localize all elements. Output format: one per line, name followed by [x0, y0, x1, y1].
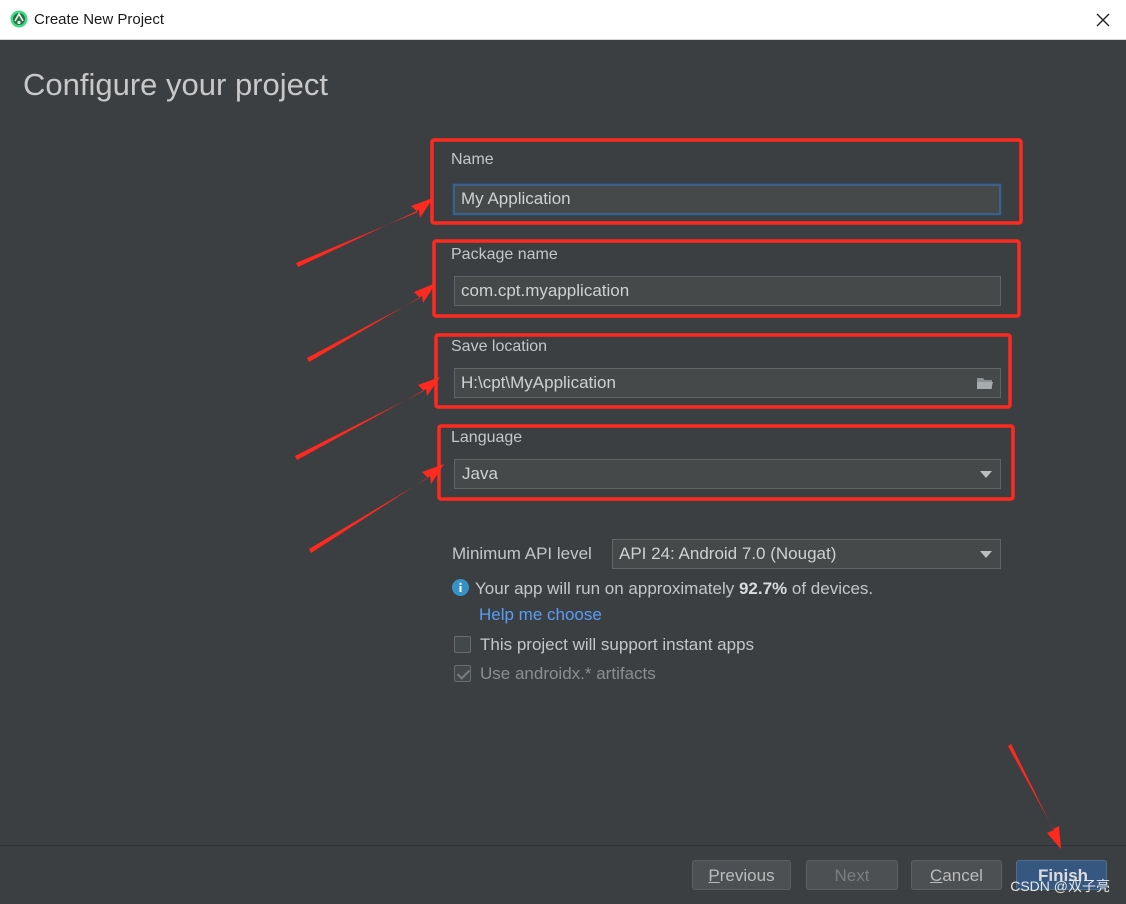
- language-dropdown[interactable]: Java: [454, 459, 1001, 489]
- cancel-mnemonic: C: [930, 866, 943, 885]
- min-api-selected-value: API 24: Android 7.0 (Nougat): [619, 544, 837, 563]
- device-coverage-info: Your app will run on approximately 92.7%…: [452, 578, 873, 600]
- min-api-dropdown[interactable]: API 24: Android 7.0 (Nougat): [612, 539, 1001, 569]
- save-location-label: Save location: [451, 338, 548, 355]
- info-suffix: of devices.: [787, 579, 874, 598]
- save-location-input[interactable]: H:\cpt\MyApplication: [454, 368, 1001, 398]
- chevron-down-icon: [980, 471, 992, 478]
- previous-button[interactable]: Previous: [692, 860, 791, 890]
- info-prefix: Your app will run on approximately: [475, 579, 739, 598]
- folder-icon[interactable]: [976, 375, 994, 391]
- arrow-to-name: [296, 198, 433, 267]
- name-input[interactable]: My Application: [453, 184, 1001, 215]
- help-me-choose-link[interactable]: Help me choose: [479, 604, 602, 626]
- instant-apps-option[interactable]: This project will support instant apps: [454, 635, 754, 655]
- info-percent: 92.7%: [738, 579, 788, 598]
- min-api-label: Minimum API level: [452, 544, 592, 563]
- package-name-input[interactable]: com.cpt.myapplication: [454, 276, 1001, 306]
- chevron-down-icon: [980, 551, 992, 558]
- info-icon: [452, 579, 469, 596]
- android-studio-icon: [10, 10, 28, 28]
- arrow-to-language: [309, 464, 444, 553]
- androidx-label: Use androidx.* artifacts: [480, 664, 656, 683]
- androidx-option: Use androidx.* artifacts: [454, 664, 656, 684]
- title-bar: Create New Project: [0, 0, 1126, 40]
- androidx-checkbox: [454, 665, 471, 682]
- create-project-dialog: Create New Project Configure your projec…: [0, 0, 1126, 904]
- next-button[interactable]: Next: [806, 860, 898, 890]
- arrow-to-package: [307, 283, 436, 362]
- arrow-to-finish: [1008, 744, 1061, 849]
- save-location-value: H:\cpt\MyApplication: [461, 373, 616, 392]
- previous-mnemonic: P: [708, 866, 720, 885]
- watermark: CSDN @双子亮: [1010, 878, 1110, 894]
- language-label: Language: [451, 429, 523, 446]
- cancel-button[interactable]: Cancel: [911, 860, 1002, 890]
- name-label: Name: [451, 151, 494, 168]
- package-name-label: Package name: [451, 246, 558, 263]
- language-selected-value: Java: [462, 464, 498, 483]
- previous-label-rest: revious: [719, 866, 775, 885]
- footer-divider: [0, 845, 1126, 846]
- window-title: Create New Project: [34, 11, 165, 28]
- instant-apps-label: This project will support instant apps: [480, 635, 755, 654]
- instant-apps-checkbox[interactable]: [454, 636, 471, 653]
- cancel-label-rest: ancel: [942, 866, 983, 885]
- close-icon[interactable]: [1092, 9, 1114, 31]
- arrow-to-location: [295, 377, 440, 460]
- annotation-overlay: [295, 138, 1061, 849]
- page-title: Configure your project: [23, 67, 328, 102]
